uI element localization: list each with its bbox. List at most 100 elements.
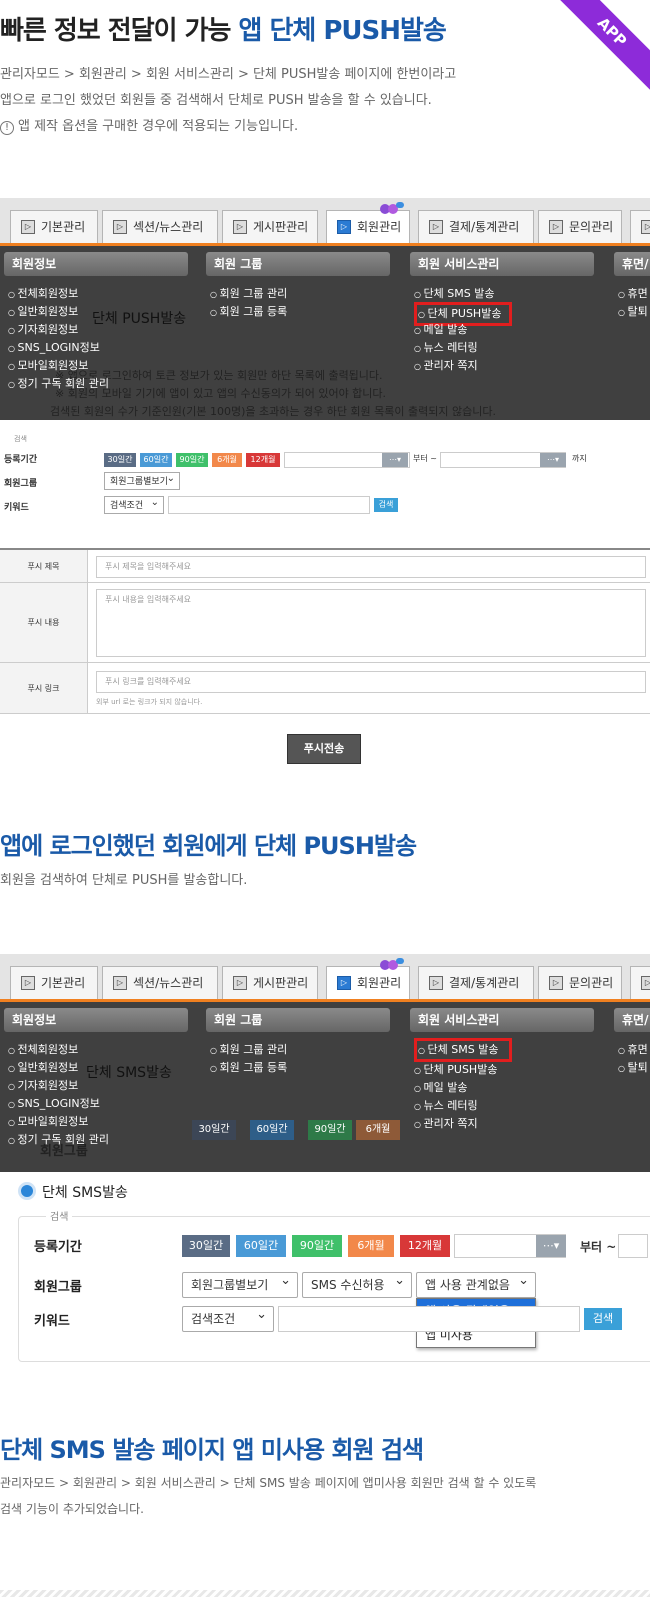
menu-item-group-register[interactable]: 회원 그룹 등록 bbox=[210, 1060, 288, 1077]
menu-item-mail[interactable]: 메일 발송 bbox=[414, 1080, 468, 1097]
menu-item-sns-login[interactable]: SNS_LOGIN정보 bbox=[8, 1096, 100, 1113]
menu-group-dormant: 휴면/ bbox=[614, 252, 650, 276]
tab-label: 회원관리 bbox=[357, 976, 402, 990]
end-date-input[interactable] bbox=[618, 1234, 648, 1258]
tab-label: 결제/통계관리 bbox=[449, 976, 520, 990]
menu-group-member-group: 회원 그룹 bbox=[206, 252, 390, 276]
tab-board[interactable]: ▷ 게시판관리 bbox=[222, 210, 318, 243]
ghost-period-60: 60일간 bbox=[250, 1120, 294, 1140]
menu-group-member-service: 회원 서비스관리 bbox=[410, 252, 594, 276]
menu-item-group-manage[interactable]: 회원 그룹 관리 bbox=[210, 1042, 288, 1059]
sms-search-panel: 단체 SMS발송 검색 등록기간 30일간 60일간 90일간 6개월 12개월… bbox=[0, 1172, 650, 1366]
tab-payment-stats[interactable]: ▷ 결제/통계관리 bbox=[418, 210, 534, 243]
group-label: 회원그룹 bbox=[34, 1280, 82, 1295]
menu-item-all-members[interactable]: 전체회원정보 bbox=[8, 1042, 79, 1059]
period-12m-button[interactable]: 12개월 bbox=[246, 453, 280, 467]
menu-item-admin-note[interactable]: 관리자 쪽지 bbox=[414, 1116, 478, 1133]
ghost-notice-3: 검색된 회원의 수가 기준인원(기본 100명)을 초과하는 경우 하단 회원 … bbox=[50, 405, 496, 418]
push-send-button[interactable]: 푸시전송 bbox=[287, 734, 361, 764]
tab-section-news[interactable]: ▷ 섹션/뉴스관리 bbox=[102, 210, 218, 243]
period-30-button[interactable]: 30일간 bbox=[104, 453, 136, 467]
search-panel: 검색 등록기간 30일간 60일간 90일간 6개월 12개월 ⋯▾ 부터 ~ … bbox=[0, 422, 650, 534]
menu-item-withdraw[interactable]: 탈퇴 bbox=[618, 1060, 648, 1077]
menu-item-sns-login[interactable]: SNS_LOGIN정보 bbox=[8, 340, 100, 357]
member-menu-dropdown: 단체 PUSH발송 ※ 앱으로 로그인하여 토큰 정보가 있는 회원만 하단 목… bbox=[0, 246, 650, 420]
calendar-icon[interactable]: ⋯▾ bbox=[536, 1235, 566, 1257]
tab-payment-stats[interactable]: ▷ 결제/통계관리 bbox=[418, 966, 534, 999]
period-60-button[interactable]: 60일간 bbox=[236, 1235, 286, 1257]
tab-basic[interactable]: ▷ 기본관리 bbox=[10, 210, 98, 243]
calendar-icon[interactable]: ⋯▾ bbox=[382, 453, 408, 467]
period-90-button[interactable]: 90일간 bbox=[176, 453, 208, 467]
menu-item-general-members[interactable]: 일반회원정보 bbox=[8, 1060, 79, 1077]
menu-item-general-members[interactable]: 일반회원정보 bbox=[8, 304, 79, 321]
menu-item-bulk-sms[interactable]: 단체 SMS 발송 bbox=[414, 286, 495, 303]
period-30-button[interactable]: 30일간 bbox=[182, 1235, 230, 1257]
push-link-note: 외부 url 로는 링크가 되지 않습니다. bbox=[96, 698, 203, 706]
menu-item-subscription[interactable]: 정기 구독 회원 관리 bbox=[8, 1132, 109, 1149]
admin-tabbar: ▷ 기본관리 ▷ 섹션/뉴스관리 ▷ 게시판관리 ▷ 회원관리 ▷ 결제/통계관리 ▷ 문의… bbox=[0, 198, 650, 246]
period-90-button[interactable]: 90일간 bbox=[292, 1235, 342, 1257]
push-link-input[interactable]: 푸시 링크를 입력해주세요 bbox=[96, 671, 646, 693]
keyword-input[interactable] bbox=[168, 496, 370, 514]
menu-item-all-members[interactable]: 전체회원정보 bbox=[8, 286, 79, 303]
tab-basic[interactable]: ▷ 기본관리 bbox=[10, 966, 98, 999]
keyword-label: 키워드 bbox=[34, 1314, 70, 1329]
menu-item-admin-note[interactable]: 관리자 쪽지 bbox=[414, 358, 478, 375]
section2-desc-line: 회원을 검색하여 단체로 PUSH를 발송합니다. bbox=[0, 873, 248, 888]
section1-desc-line2: 앱으로 로그인 했었던 회원들 중 검색해서 단체로 PUSH 발송을 할 수 … bbox=[0, 93, 432, 108]
period-6m-button[interactable]: 6개월 bbox=[212, 453, 242, 467]
push-content-label: 푸시 내용 bbox=[0, 583, 88, 662]
period-12m-button[interactable]: 12개월 bbox=[400, 1235, 450, 1257]
keyword-condition-select[interactable]: 검색조건 bbox=[182, 1303, 274, 1332]
arrow-icon: ▷ bbox=[641, 976, 650, 990]
tab-inquiry[interactable]: ▷ 문의관리 bbox=[538, 966, 622, 999]
tab-more[interactable]: ▷ bbox=[630, 966, 650, 999]
keyword-input[interactable] bbox=[278, 1306, 580, 1332]
tab-more[interactable]: ▷ bbox=[630, 210, 650, 243]
keyword-condition-select[interactable]: 검색조건 bbox=[104, 494, 164, 514]
push-title-label: 푸시 제목 bbox=[0, 550, 88, 582]
menu-item-newsletter[interactable]: 뉴스 레터링 bbox=[414, 1098, 478, 1115]
menu-item-bulk-push[interactable]: 단체 PUSH발송 bbox=[414, 1062, 498, 1079]
push-content-textarea[interactable]: 푸시 내용을 입력해주세요 bbox=[96, 589, 646, 657]
menu-item-subscription[interactable]: 정기 구독 회원 관리 bbox=[8, 376, 109, 393]
menu-item-reporter-members[interactable]: 기자회원정보 bbox=[8, 1078, 79, 1095]
search-button[interactable]: 검색 bbox=[584, 1308, 622, 1330]
calendar-icon[interactable]: ⋯▾ bbox=[540, 453, 566, 467]
period-label: 등록기간 bbox=[34, 1240, 82, 1255]
menu-item-mobile-members[interactable]: 모바일회원정보 bbox=[8, 1114, 89, 1131]
menu-item-group-manage[interactable]: 회원 그룹 관리 bbox=[210, 286, 288, 303]
app-usage-select[interactable]: 앱 사용 관계없음 bbox=[416, 1269, 536, 1298]
sms-consent-select[interactable]: SMS 수신허용 bbox=[302, 1269, 412, 1298]
ghost-period-90: 90일간 bbox=[308, 1120, 352, 1140]
menu-item-reporter-members[interactable]: 기자회원정보 bbox=[8, 322, 79, 339]
period-60-button[interactable]: 60일간 bbox=[140, 453, 172, 467]
section3-desc-line2: 검색 기능이 추가되었습니다. bbox=[0, 1502, 144, 1516]
keyword-label: 키워드 bbox=[4, 503, 29, 513]
tab-inquiry[interactable]: ▷ 문의관리 bbox=[538, 210, 622, 243]
tab-section-news[interactable]: ▷ 섹션/뉴스관리 bbox=[102, 966, 218, 999]
arrow-icon: ▷ bbox=[429, 220, 443, 234]
menu-group-member-service: 회원 서비스관리 bbox=[410, 1008, 594, 1032]
period-6m-button[interactable]: 6개월 bbox=[348, 1235, 394, 1257]
arrow-icon: ▷ bbox=[21, 976, 35, 990]
menu-item-dormant[interactable]: 휴면 bbox=[618, 1042, 648, 1059]
menu-item-mobile-members[interactable]: 모바일회원정보 bbox=[8, 358, 89, 375]
search-button[interactable]: 검색 bbox=[374, 498, 398, 512]
menu-item-dormant[interactable]: 휴면 bbox=[618, 286, 648, 303]
menu-item-newsletter[interactable]: 뉴스 레터링 bbox=[414, 340, 478, 357]
section1-title: 빠른 정보 전달이 가능 앱 단체 PUSH발송 bbox=[0, 10, 447, 47]
menu-item-mail[interactable]: 메일 발송 bbox=[414, 322, 468, 339]
section3-desc: 관리자모드 > 회원관리 > 회원 서비스관리 > 단체 SMS 발송 페이지에… bbox=[0, 1470, 600, 1522]
menu-item-withdraw[interactable]: 탈퇴 bbox=[618, 304, 648, 321]
member-menu-dropdown: 단체 SMS발송 30일간 60일간 90일간 6개월 회원그룹 회원정보 회원… bbox=[0, 1002, 650, 1172]
section1-title-highlight: 앱 단체 PUSH발송 bbox=[238, 16, 447, 46]
tab-board[interactable]: ▷ 게시판관리 bbox=[222, 966, 318, 999]
menu-item-group-register[interactable]: 회원 그룹 등록 bbox=[210, 304, 288, 321]
group-select[interactable]: 회원그룹별보기 bbox=[104, 470, 180, 490]
highlight-box bbox=[414, 1038, 512, 1062]
push-title-input[interactable]: 푸시 제목을 입력해주세요 bbox=[96, 556, 646, 578]
menu-group-dormant: 휴면/ bbox=[614, 1008, 650, 1032]
group-select[interactable]: 회원그룹별보기 bbox=[182, 1269, 298, 1298]
